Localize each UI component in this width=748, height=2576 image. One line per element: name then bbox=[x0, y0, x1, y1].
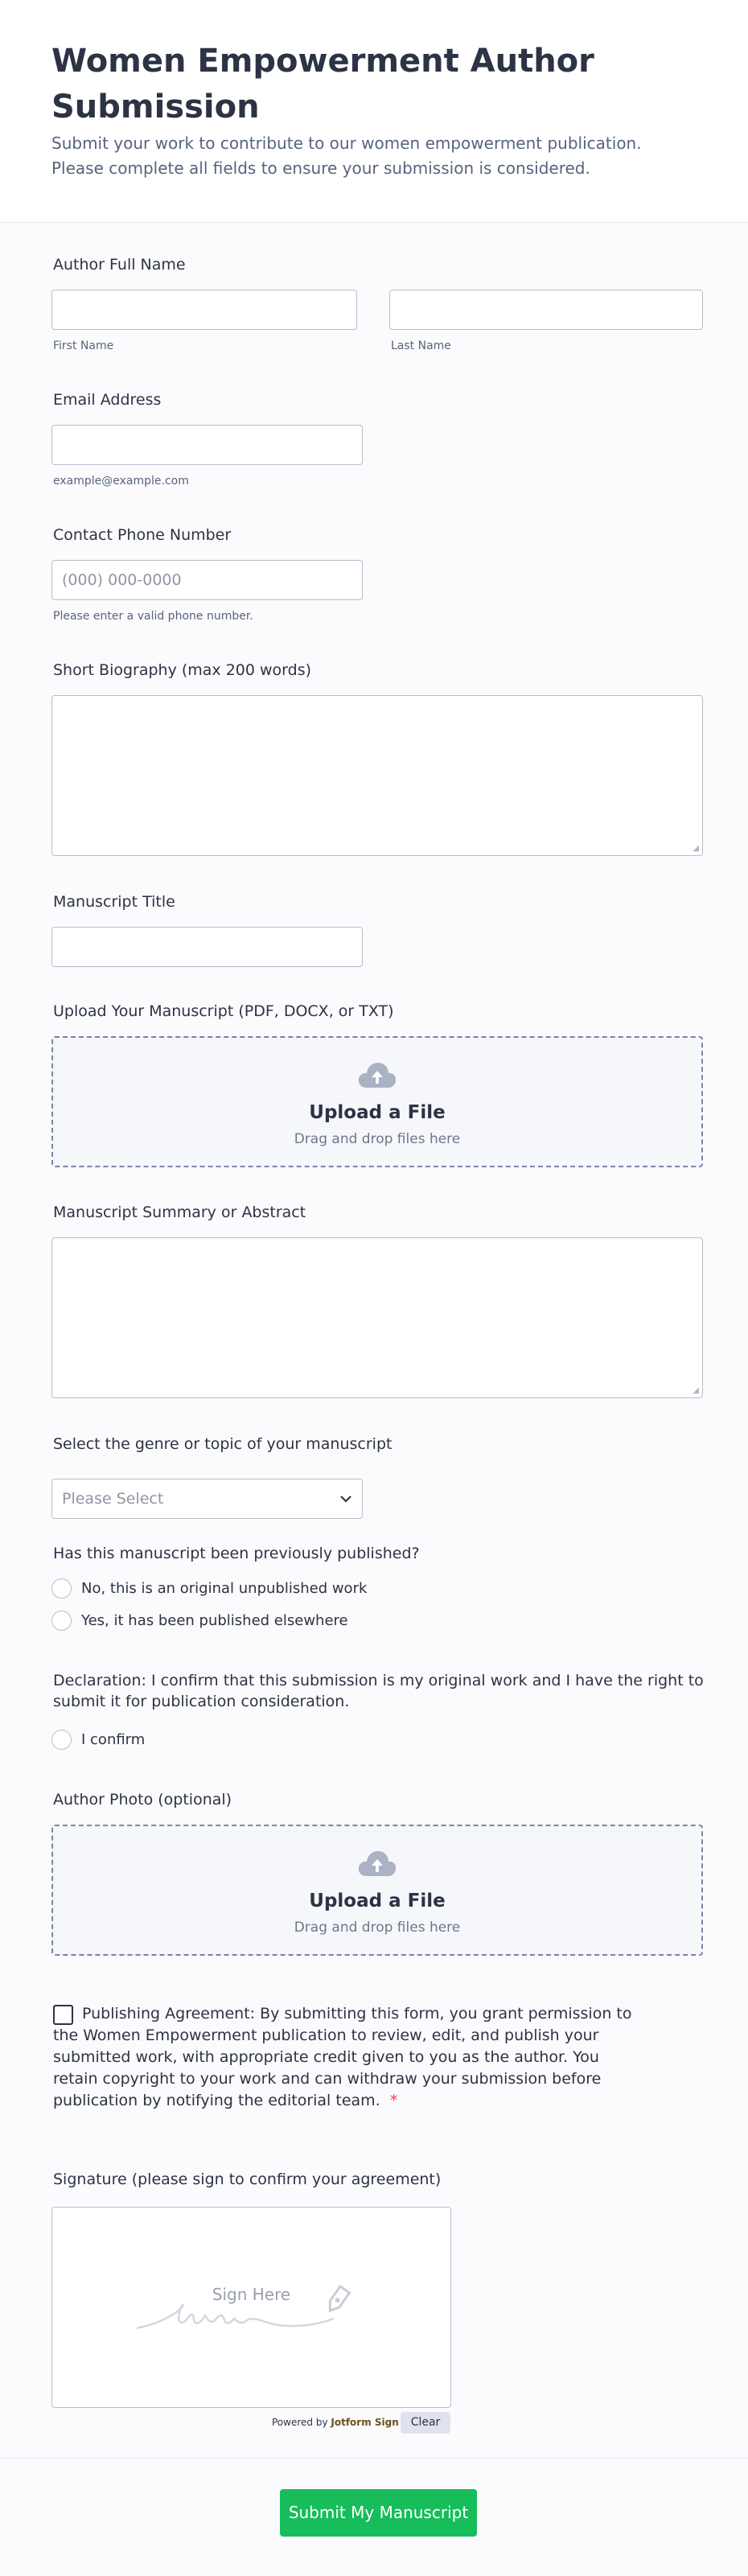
brand-name: Jotform Sign bbox=[331, 2417, 399, 2428]
email-label: Email Address bbox=[53, 391, 162, 409]
first-name-input[interactable] bbox=[51, 290, 357, 330]
clear-signature-button[interactable]: Clear bbox=[401, 2412, 450, 2434]
signature-scribble-icon bbox=[136, 2284, 351, 2330]
author-name-label: Author Full Name bbox=[53, 256, 186, 274]
last-name-input[interactable] bbox=[389, 290, 703, 330]
author-photo-dropzone[interactable]: Upload a File Drag and drop files here bbox=[51, 1825, 703, 1956]
biography-label: Short Biography (max 200 words) bbox=[53, 661, 312, 679]
manuscript-upload-label: Upload Your Manuscript (PDF, DOCX, or TX… bbox=[53, 1002, 394, 1020]
declaration-option[interactable]: I confirm bbox=[51, 1730, 145, 1750]
radio-button[interactable] bbox=[51, 1611, 72, 1631]
summary-textarea[interactable]: ◢ bbox=[51, 1237, 703, 1398]
form-subtitle: Submit your work to contribute to our wo… bbox=[51, 134, 642, 178]
required-mark: * bbox=[389, 2092, 398, 2109]
biography-textarea[interactable]: ◢ bbox=[51, 695, 703, 856]
radio-button[interactable] bbox=[51, 1730, 72, 1750]
signature-pad[interactable]: Sign Here bbox=[51, 2207, 451, 2408]
manuscript-title-input[interactable] bbox=[51, 927, 363, 967]
powered-by-text: Powered by bbox=[272, 2417, 328, 2428]
agreement-label: Publishing Agreement: By submitting this… bbox=[53, 2005, 632, 2109]
chevron-down-icon bbox=[340, 1496, 351, 1503]
option-label: No, this is an original unpublished work bbox=[81, 1580, 368, 1597]
genre-selected-value: Please Select bbox=[62, 1490, 164, 1508]
footer-divider bbox=[0, 2458, 748, 2459]
manuscript-upload-dropzone[interactable]: Upload a File Drag and drop files here bbox=[51, 1036, 703, 1167]
signature-label: Signature (please sign to confirm your a… bbox=[53, 2171, 442, 2188]
declaration-label: Declaration: I confirm that this submiss… bbox=[53, 1672, 704, 1710]
author-photo-label: Author Photo (optional) bbox=[53, 1791, 232, 1809]
powered-by: Powered by Jotform Sign bbox=[272, 2417, 399, 2428]
genre-select[interactable]: Please Select bbox=[51, 1479, 363, 1519]
published-option-yes[interactable]: Yes, it has been published elsewhere bbox=[51, 1611, 348, 1631]
email-sublabel: example@example.com bbox=[53, 475, 189, 488]
first-name-sublabel: First Name bbox=[53, 339, 114, 352]
upload-hint: Drag and drop files here bbox=[294, 1131, 461, 1147]
cloud-upload-icon bbox=[358, 1851, 397, 1876]
resize-grip-icon[interactable]: ◢ bbox=[693, 1386, 699, 1395]
option-label: I confirm bbox=[81, 1731, 146, 1748]
submit-button[interactable]: Submit My Manuscript bbox=[280, 2489, 477, 2537]
option-label: Yes, it has been published elsewhere bbox=[81, 1612, 348, 1629]
phone-sublabel: Please enter a valid phone number. bbox=[53, 610, 253, 623]
form-title: Women Empowerment Author Submission bbox=[51, 43, 594, 126]
upload-button-label[interactable]: Upload a File bbox=[53, 1102, 701, 1123]
phone-label: Contact Phone Number bbox=[53, 526, 232, 544]
email-input[interactable] bbox=[51, 425, 363, 465]
upload-hint: Drag and drop files here bbox=[294, 1920, 461, 1936]
published-label: Has this manuscript been previously publ… bbox=[53, 1545, 420, 1562]
cloud-upload-icon bbox=[358, 1063, 397, 1088]
radio-button[interactable] bbox=[51, 1578, 72, 1599]
genre-label: Select the genre or topic of your manusc… bbox=[53, 1435, 392, 1453]
manuscript-title-label: Manuscript Title bbox=[53, 893, 175, 911]
last-name-sublabel: Last Name bbox=[391, 339, 451, 352]
resize-grip-icon[interactable]: ◢ bbox=[693, 844, 699, 853]
summary-label: Manuscript Summary or Abstract bbox=[53, 1204, 306, 1221]
phone-input[interactable]: (000) 000-0000 bbox=[51, 560, 363, 600]
agreement-text: Publishing Agreement: By submitting this… bbox=[53, 2003, 632, 2112]
published-option-no[interactable]: No, this is an original unpublished work bbox=[51, 1578, 367, 1599]
upload-button-label[interactable]: Upload a File bbox=[53, 1891, 701, 1911]
form-header: Women Empowerment Author Submission Subm… bbox=[0, 0, 748, 223]
